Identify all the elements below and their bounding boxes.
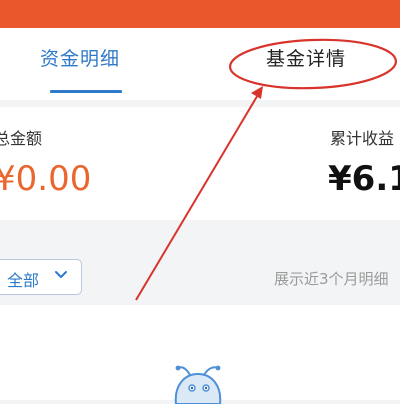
summary-card: 总金额 ¥0.00 累计收益 ¥6.15 [0,107,400,220]
mascot-icon [174,365,222,404]
tab-bar: 资金明细 基金详情 [0,28,400,100]
cumulative-return-value: ¥6.15 [328,159,400,199]
tab-fund-details-transactions[interactable]: 资金明细 [40,46,120,72]
total-amount-label: 总金额 [0,129,43,148]
active-tab-indicator [50,90,122,93]
chevron-down-icon [55,271,67,278]
filter-range-note: 展示近3个月明细 [274,270,389,288]
tab-fund-info[interactable]: 基金详情 [266,46,346,72]
top-status-bar [0,0,400,28]
cumulative-return-label: 累计收益 [330,129,395,148]
total-amount-value: ¥0.00 [0,159,92,199]
filter-selected-label: 全部 [7,271,40,290]
filter-dropdown[interactable]: 全部 [0,259,82,295]
